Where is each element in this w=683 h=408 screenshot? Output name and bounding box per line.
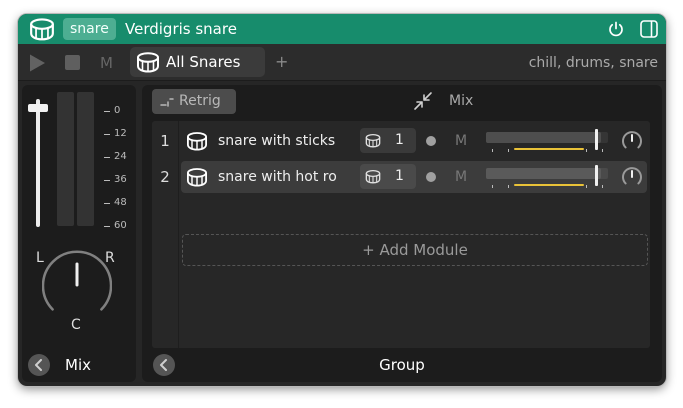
group-panel-label: Group: [379, 356, 425, 374]
volume-tick: [508, 185, 509, 188]
preset-tags: chill, drums, snare: [528, 55, 658, 71]
mix-panel-label: Mix: [65, 356, 91, 374]
retrig-icon: [160, 98, 174, 107]
solo-indicator[interactable]: [426, 136, 436, 146]
module-mute-button[interactable]: M: [455, 167, 467, 187]
db-scale-label: 12: [114, 128, 127, 139]
chevron-left-icon: [34, 359, 44, 371]
volume-tick: [508, 149, 509, 152]
collapse-icon[interactable]: [413, 91, 433, 111]
group-panel: Retrig Mix 1 snare with sticks 1 M 2 snare wi…: [142, 85, 662, 382]
drum-icon: [365, 133, 381, 148]
module-index: 2: [160, 168, 170, 186]
voice-count: 1: [395, 132, 404, 148]
drum-icon: [365, 169, 381, 184]
play-icon[interactable]: [27, 53, 47, 73]
instrument-title[interactable]: Verdigris snare: [125, 19, 237, 39]
volume-fader-thumb[interactable]: [28, 103, 48, 112]
module-pan-knob[interactable]: [621, 166, 643, 188]
level-meter-right: [77, 92, 94, 226]
volume-fader-track[interactable]: [36, 99, 40, 227]
instrument-tag[interactable]: snare: [63, 18, 116, 40]
tab-label: All Snares: [166, 53, 241, 71]
db-scale-tick: [104, 180, 110, 181]
pan-center-label: C: [71, 317, 81, 333]
voice-count-field[interactable]: 1: [360, 128, 416, 153]
db-scale-label: 0: [114, 105, 121, 116]
mute-button[interactable]: M: [100, 53, 113, 73]
voice-count: 1: [395, 168, 404, 184]
volume-thumb[interactable]: [595, 129, 598, 150]
stop-icon[interactable]: [65, 55, 80, 70]
drum-icon: [186, 131, 208, 151]
volume-thumb[interactable]: [595, 165, 598, 186]
module-level-meter: [514, 184, 584, 186]
module-name[interactable]: snare with hot ro: [218, 167, 337, 187]
db-scale-tick: [104, 203, 110, 204]
mix-back-button[interactable]: [28, 354, 50, 376]
retrig-button[interactable]: Retrig: [152, 89, 236, 114]
volume-tick: [492, 185, 493, 188]
module-level-meter: [514, 148, 584, 150]
volume-tick: [586, 185, 587, 188]
toolbar: M All Snares + chill, drums, snare: [18, 44, 666, 81]
volume-fill: [486, 168, 601, 179]
module-list: 1 snare with sticks 1 M 2 snare with hot ro 1 M…: [152, 121, 650, 348]
module-name[interactable]: snare with sticks: [218, 131, 335, 151]
list-divider: [178, 121, 179, 348]
solo-indicator[interactable]: [426, 172, 436, 182]
module-index: 1: [160, 132, 170, 150]
pan-knob[interactable]: [42, 250, 112, 320]
add-module-button[interactable]: + Add Module: [182, 234, 648, 266]
db-scale-label: 24: [114, 151, 127, 162]
volume-fill: [486, 132, 601, 143]
retrig-label: Retrig: [179, 93, 221, 109]
level-meter-left: [57, 92, 74, 226]
db-scale-label: 60: [114, 220, 127, 231]
module-row[interactable]: snare with sticks 1 M: [181, 125, 647, 157]
drum-icon: [29, 17, 55, 41]
volume-tick: [602, 185, 603, 188]
module-mute-button[interactable]: M: [455, 131, 467, 151]
drum-icon: [186, 167, 208, 187]
volume-tick: [586, 149, 587, 152]
plugin-window: snare Verdigris snare M All Snares + chi…: [18, 14, 666, 386]
tab-all-snares[interactable]: All Snares: [130, 47, 265, 77]
module-volume-slider[interactable]: [486, 168, 608, 179]
db-scale-tick: [104, 111, 110, 112]
add-tab-button[interactable]: +: [275, 52, 288, 72]
panel-toggle-icon[interactable]: [639, 19, 659, 39]
voice-count-field[interactable]: 1: [360, 164, 416, 189]
db-scale-label: 48: [114, 197, 127, 208]
pan-left-label: L: [36, 250, 44, 266]
pan-right-label: R: [105, 250, 115, 266]
title-bar: snare Verdigris snare: [18, 14, 666, 44]
drum-icon: [136, 51, 160, 73]
db-scale-tick: [104, 157, 110, 158]
mix-toggle[interactable]: Mix: [449, 93, 473, 109]
db-scale-tick: [104, 226, 110, 227]
volume-tick: [602, 149, 603, 152]
volume-tick: [492, 149, 493, 152]
module-volume-slider[interactable]: [486, 132, 608, 143]
mix-panel: 0 12 24 36 48 60 L R C Mix: [22, 85, 136, 382]
module-pan-knob[interactable]: [621, 130, 643, 152]
db-scale-label: 36: [114, 174, 127, 185]
power-icon[interactable]: [607, 20, 625, 38]
db-scale-tick: [104, 134, 110, 135]
module-row[interactable]: snare with hot ro 1 M: [181, 161, 647, 193]
